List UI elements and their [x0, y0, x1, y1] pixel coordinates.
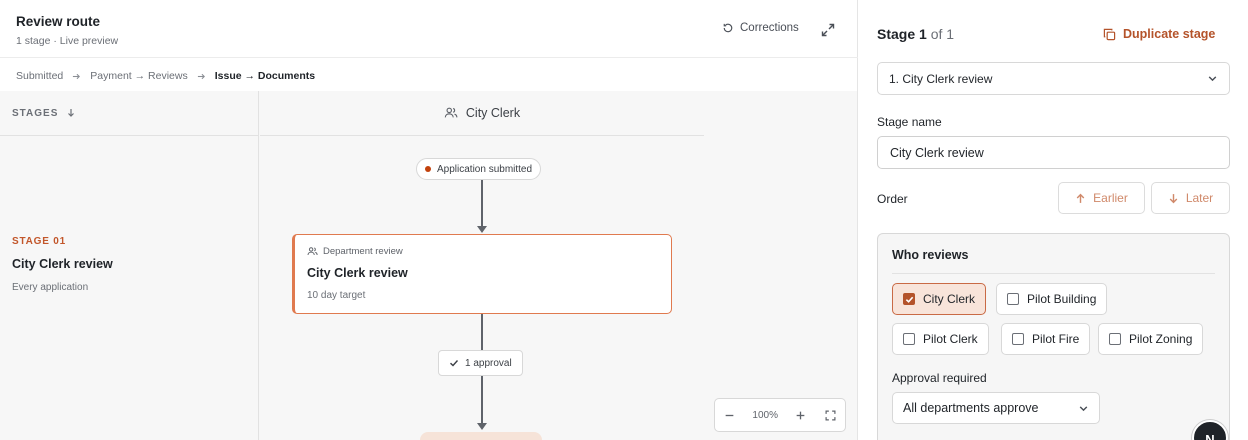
- stages-heading: STAGES: [12, 107, 59, 119]
- editor-header: Review route 1 stage · Live preview Corr…: [0, 0, 858, 58]
- arrow-down-icon: [477, 226, 487, 233]
- move-earlier-button[interactable]: Earlier: [1058, 182, 1145, 214]
- stages-column: STAGES STAGE 01 City Clerk review Every …: [0, 91, 259, 440]
- reviewer-label: Pilot Clerk: [923, 332, 978, 346]
- approval-required-select[interactable]: All departments approve: [892, 392, 1100, 424]
- breadcrumb-issue-documents: Issue → Documents: [214, 70, 316, 82]
- stage-counter-number: 1: [919, 26, 927, 42]
- fit-screen-icon: [825, 409, 836, 421]
- zoom-controls: 100%: [714, 398, 846, 432]
- fit-view-button[interactable]: [823, 408, 837, 422]
- lane-heading: City Clerk: [465, 106, 521, 120]
- reviewer-label: Pilot Building: [1027, 292, 1097, 306]
- page-title: Review route: [16, 14, 101, 29]
- breadcrumb-payment-reviews[interactable]: Payment → Reviews: [90, 70, 187, 82]
- stages-header: STAGES: [0, 91, 259, 136]
- stage-counter: Stage 1 of 1: [877, 26, 954, 42]
- check-icon: [450, 360, 459, 367]
- route-editor: Review route 1 stage · Live preview Corr…: [0, 0, 858, 440]
- plus-icon: [796, 411, 805, 419]
- connector-line: [481, 376, 483, 423]
- stage-name[interactable]: City Clerk review: [12, 257, 113, 271]
- reviewer-label: Pilot Fire: [1032, 332, 1080, 346]
- duplicate-stage-label: Duplicate stage: [1123, 27, 1216, 41]
- review-stage-card[interactable]: Department review City Clerk review 10 d…: [292, 234, 672, 314]
- reviewer-pilot-zoning[interactable]: Pilot Zoning: [1098, 323, 1204, 355]
- lane-header: City Clerk: [260, 91, 704, 136]
- zoom-level: 100%: [752, 409, 778, 421]
- users-icon: [444, 107, 458, 118]
- start-node-label: Application submitted: [437, 163, 533, 175]
- stage-selector[interactable]: 1. City Clerk review: [877, 62, 1230, 95]
- zoom-in-button[interactable]: [794, 408, 808, 422]
- card-target: 10 day target: [307, 290, 366, 301]
- divider: [892, 273, 1215, 274]
- reviewer-pilot-building[interactable]: Pilot Building: [996, 283, 1108, 315]
- reviewer-pilot-clerk[interactable]: Pilot Clerk: [892, 323, 989, 355]
- arrow-down-icon: [1169, 193, 1178, 203]
- stage-name-label: Stage name: [877, 115, 942, 129]
- stage-settings-panel: Stage 1 of 1 Duplicate stage 1. City Cle…: [859, 0, 1248, 440]
- status-dot: [425, 166, 431, 172]
- arrow-up-icon: [1076, 193, 1085, 203]
- copy-icon: [1103, 28, 1116, 40]
- who-reviews-heading: Who reviews: [892, 248, 969, 262]
- page-subtitle: 1 stage · Live preview: [16, 35, 119, 47]
- expand-icon[interactable]: [820, 22, 836, 38]
- order-label: Order: [877, 192, 908, 206]
- stage-selector-value: 1. City Clerk review: [889, 71, 993, 86]
- reviewer-label: Pilot Zoning: [1129, 332, 1193, 346]
- approval-required-label: Approval required: [892, 371, 987, 385]
- earlier-label: Earlier: [1093, 191, 1128, 205]
- later-label: Later: [1185, 191, 1214, 205]
- route-canvas: STAGES STAGE 01 City Clerk review Every …: [0, 91, 857, 440]
- stage-counter-total: of 1: [930, 26, 955, 42]
- checkbox-checked: [903, 293, 915, 305]
- check-icon: [905, 296, 913, 303]
- corrections-button[interactable]: Corrections: [722, 22, 799, 34]
- minus-icon: [725, 414, 734, 416]
- approval-node-label: 1 approval: [465, 357, 512, 369]
- card-title: City Clerk review: [307, 266, 408, 280]
- move-later-button[interactable]: Later: [1151, 182, 1230, 214]
- stage-number-label: STAGE 01: [12, 236, 67, 247]
- stage-description: Every application: [12, 282, 89, 293]
- breadcrumb: Submitted Payment → Reviews Issue → Docu…: [16, 70, 315, 82]
- checkbox-unchecked: [903, 333, 915, 345]
- arrow-down-icon: [477, 423, 487, 430]
- reviewer-pilot-fire[interactable]: Pilot Fire: [1001, 323, 1091, 355]
- arrow-down-icon[interactable]: [66, 108, 76, 118]
- approval-node[interactable]: 1 approval: [438, 350, 523, 376]
- refresh-icon: [723, 23, 733, 33]
- duplicate-stage-button[interactable]: Duplicate stage: [1103, 27, 1215, 41]
- who-reviews-section: Who reviews City Clerk Pilot Building Pi…: [877, 233, 1230, 440]
- breadcrumb-submitted[interactable]: Submitted: [16, 70, 63, 82]
- corrections-label: Corrections: [740, 22, 799, 34]
- department-lane: Application submitted Department review …: [260, 136, 704, 440]
- checkbox-unchecked: [1109, 333, 1121, 345]
- chevron-down-icon: [1079, 405, 1088, 411]
- checkbox-unchecked: [1007, 293, 1019, 305]
- card-kicker: Department review: [307, 246, 403, 257]
- zoom-out-button[interactable]: [723, 408, 737, 422]
- next-node[interactable]: [420, 432, 542, 440]
- arrow-right-icon: [73, 73, 81, 79]
- stage-counter-prefix: Stage: [877, 26, 920, 42]
- checkbox-unchecked: [1012, 333, 1024, 345]
- chevron-down-icon: [1208, 76, 1217, 82]
- start-node[interactable]: Application submitted: [416, 158, 542, 180]
- approval-required-value: All departments approve: [903, 401, 1039, 415]
- connector-line: [481, 314, 483, 350]
- card-kicker-label: Department review: [323, 246, 403, 257]
- stage-name-input[interactable]: [877, 136, 1230, 169]
- arrow-right-icon: [197, 73, 205, 79]
- reviewer-label: City Clerk: [923, 292, 976, 306]
- reviewer-city-clerk[interactable]: City Clerk: [892, 283, 987, 315]
- users-icon: [307, 247, 318, 255]
- connector-line: [481, 180, 483, 226]
